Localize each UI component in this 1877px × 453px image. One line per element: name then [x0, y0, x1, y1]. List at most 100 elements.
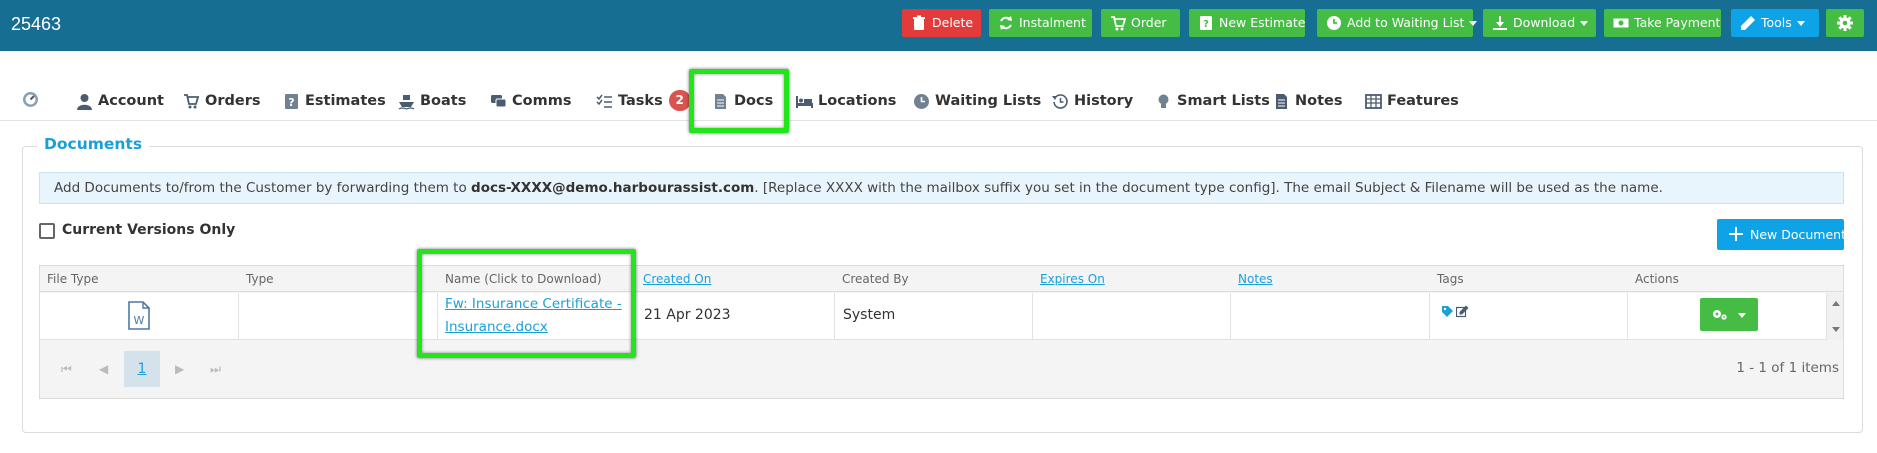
- tab-history[interactable]: History: [1052, 90, 1133, 112]
- tab-comms[interactable]: Comms: [490, 90, 571, 112]
- grid-header: File Type Type Name (Click to Download) …: [40, 266, 1843, 292]
- tab-history-label: History: [1074, 93, 1134, 109]
- clock-icon: [914, 94, 929, 109]
- scroll-down-icon[interactable]: [1832, 327, 1840, 332]
- row-actions-button[interactable]: [1700, 298, 1758, 331]
- tab-dashboard[interactable]: [22, 90, 39, 112]
- row-created-on: 21 Apr 2023: [644, 307, 731, 323]
- pager-items-info: 1 - 1 of 1 items: [1736, 360, 1839, 376]
- download-icon: [1493, 16, 1507, 30]
- tab-boats-label: Boats: [420, 93, 467, 109]
- tab-tasks-label: Tasks: [618, 93, 663, 109]
- pager-last[interactable]: ⏭: [210, 362, 221, 377]
- new-estimate-button[interactable]: ? New Estimate: [1189, 9, 1305, 37]
- grid-scrollbar[interactable]: [1826, 293, 1843, 340]
- cart-icon: [184, 94, 200, 109]
- take-payment-label: Take Payment: [1634, 15, 1721, 30]
- gear-icon: [1837, 15, 1853, 31]
- tag-icon[interactable]: [1441, 305, 1454, 318]
- settings-button[interactable]: [1826, 9, 1864, 37]
- tab-notes-label: Notes: [1295, 93, 1343, 109]
- tab-comms-label: Comms: [512, 93, 572, 109]
- tab-waiting-lists-label: Waiting Lists: [935, 93, 1042, 109]
- chevron-down-icon: [1796, 21, 1805, 26]
- gears-icon: [1713, 310, 1727, 320]
- delete-button[interactable]: Delete: [902, 9, 981, 37]
- current-versions-label: Current Versions Only: [62, 222, 236, 238]
- download-button[interactable]: Download: [1483, 9, 1596, 37]
- documents-grid: File Type Type Name (Click to Download) …: [39, 265, 1844, 399]
- top-header-bar: 25463 Delete Instalment Order ? New Esti…: [0, 0, 1877, 51]
- tab-locations-label: Locations: [818, 93, 897, 109]
- user-icon: [77, 94, 92, 110]
- pencil-icon: [1741, 16, 1755, 30]
- col-type[interactable]: Type: [246, 272, 274, 286]
- tab-account-label: Account: [98, 93, 164, 109]
- pager-first[interactable]: ⏮: [61, 362, 72, 377]
- info-suffix: . [Replace XXXX with the mailbox suffix …: [754, 180, 1663, 196]
- documents-title: Documents: [37, 135, 150, 153]
- scroll-up-icon[interactable]: [1832, 301, 1840, 306]
- edit-icon[interactable]: [1456, 305, 1469, 318]
- col-created-by[interactable]: Created By: [842, 272, 909, 286]
- col-expires-on[interactable]: Expires On: [1040, 272, 1105, 286]
- take-payment-button[interactable]: Take Payment: [1604, 9, 1721, 37]
- pager-next[interactable]: ▶: [175, 362, 184, 376]
- tab-notes[interactable]: Notes: [1273, 90, 1343, 112]
- delete-label: Delete: [932, 15, 974, 30]
- money-icon: [1613, 18, 1629, 28]
- chevron-down-icon: [1738, 313, 1746, 318]
- column-separator: [1627, 293, 1628, 340]
- column-separator: [834, 293, 835, 340]
- tab-locations[interactable]: Locations: [796, 90, 896, 112]
- column-separator: [1032, 293, 1033, 340]
- lightbulb-icon: [1158, 94, 1169, 108]
- add-to-waiting-list-button[interactable]: Add to Waiting List: [1317, 9, 1478, 37]
- order-button[interactable]: Order: [1101, 9, 1180, 37]
- svg-text:?: ?: [288, 96, 294, 109]
- tab-estimates[interactable]: ? Estimates: [283, 90, 386, 112]
- tab-smart-lists-label: Smart Lists: [1177, 93, 1270, 109]
- tools-label: Tools: [1761, 15, 1792, 30]
- add-to-waiting-list-label: Add to Waiting List: [1347, 15, 1465, 30]
- tasks-icon: [596, 94, 612, 108]
- tab-features[interactable]: Features: [1365, 90, 1459, 112]
- new-estimate-label: New Estimate: [1219, 15, 1306, 30]
- tab-boats[interactable]: Boats: [398, 90, 466, 112]
- column-separator: [1230, 293, 1231, 340]
- column-separator: [238, 293, 239, 340]
- column-separator: [1429, 293, 1430, 340]
- clock-icon: [1327, 16, 1341, 30]
- tab-orders[interactable]: Orders: [183, 90, 260, 112]
- tab-smart-lists[interactable]: Smart Lists: [1155, 90, 1270, 112]
- tab-features-label: Features: [1387, 93, 1459, 109]
- tab-waiting-lists[interactable]: Waiting Lists: [913, 90, 1041, 112]
- docs-tab-highlight: [689, 69, 789, 133]
- info-prefix: Add Documents to/from the Customer by fo…: [54, 180, 472, 196]
- instalment-label: Instalment: [1019, 15, 1086, 30]
- new-document-button[interactable]: New Document: [1717, 219, 1846, 250]
- svg-text:W: W: [134, 314, 145, 327]
- tab-tasks[interactable]: Tasks 2: [596, 90, 691, 112]
- current-versions-checkbox[interactable]: [39, 223, 55, 239]
- col-actions[interactable]: Actions: [1635, 272, 1679, 286]
- instalment-button[interactable]: Instalment: [989, 9, 1092, 37]
- tools-button[interactable]: Tools: [1731, 9, 1819, 37]
- table-row: W Fw: Insurance Certificate - Insurance.…: [40, 293, 1826, 340]
- download-label: Download: [1513, 15, 1576, 30]
- name-column-highlight: [417, 249, 636, 358]
- svg-text:?: ?: [1203, 19, 1209, 30]
- table-icon: [1365, 94, 1382, 109]
- col-notes[interactable]: Notes: [1238, 272, 1273, 286]
- chevron-down-icon: [1580, 21, 1589, 26]
- col-tags[interactable]: Tags: [1437, 272, 1464, 286]
- pager-current-page[interactable]: 1: [124, 351, 160, 387]
- estimate-icon: ?: [285, 94, 298, 109]
- pager-prev[interactable]: ◀: [99, 362, 108, 376]
- col-created-on[interactable]: Created On: [643, 272, 711, 286]
- tab-account[interactable]: Account: [76, 90, 164, 112]
- col-file-type[interactable]: File Type: [47, 272, 98, 286]
- word-doc-icon[interactable]: W: [127, 301, 151, 330]
- trash-icon: [913, 15, 925, 30]
- cart-icon: [1111, 16, 1126, 31]
